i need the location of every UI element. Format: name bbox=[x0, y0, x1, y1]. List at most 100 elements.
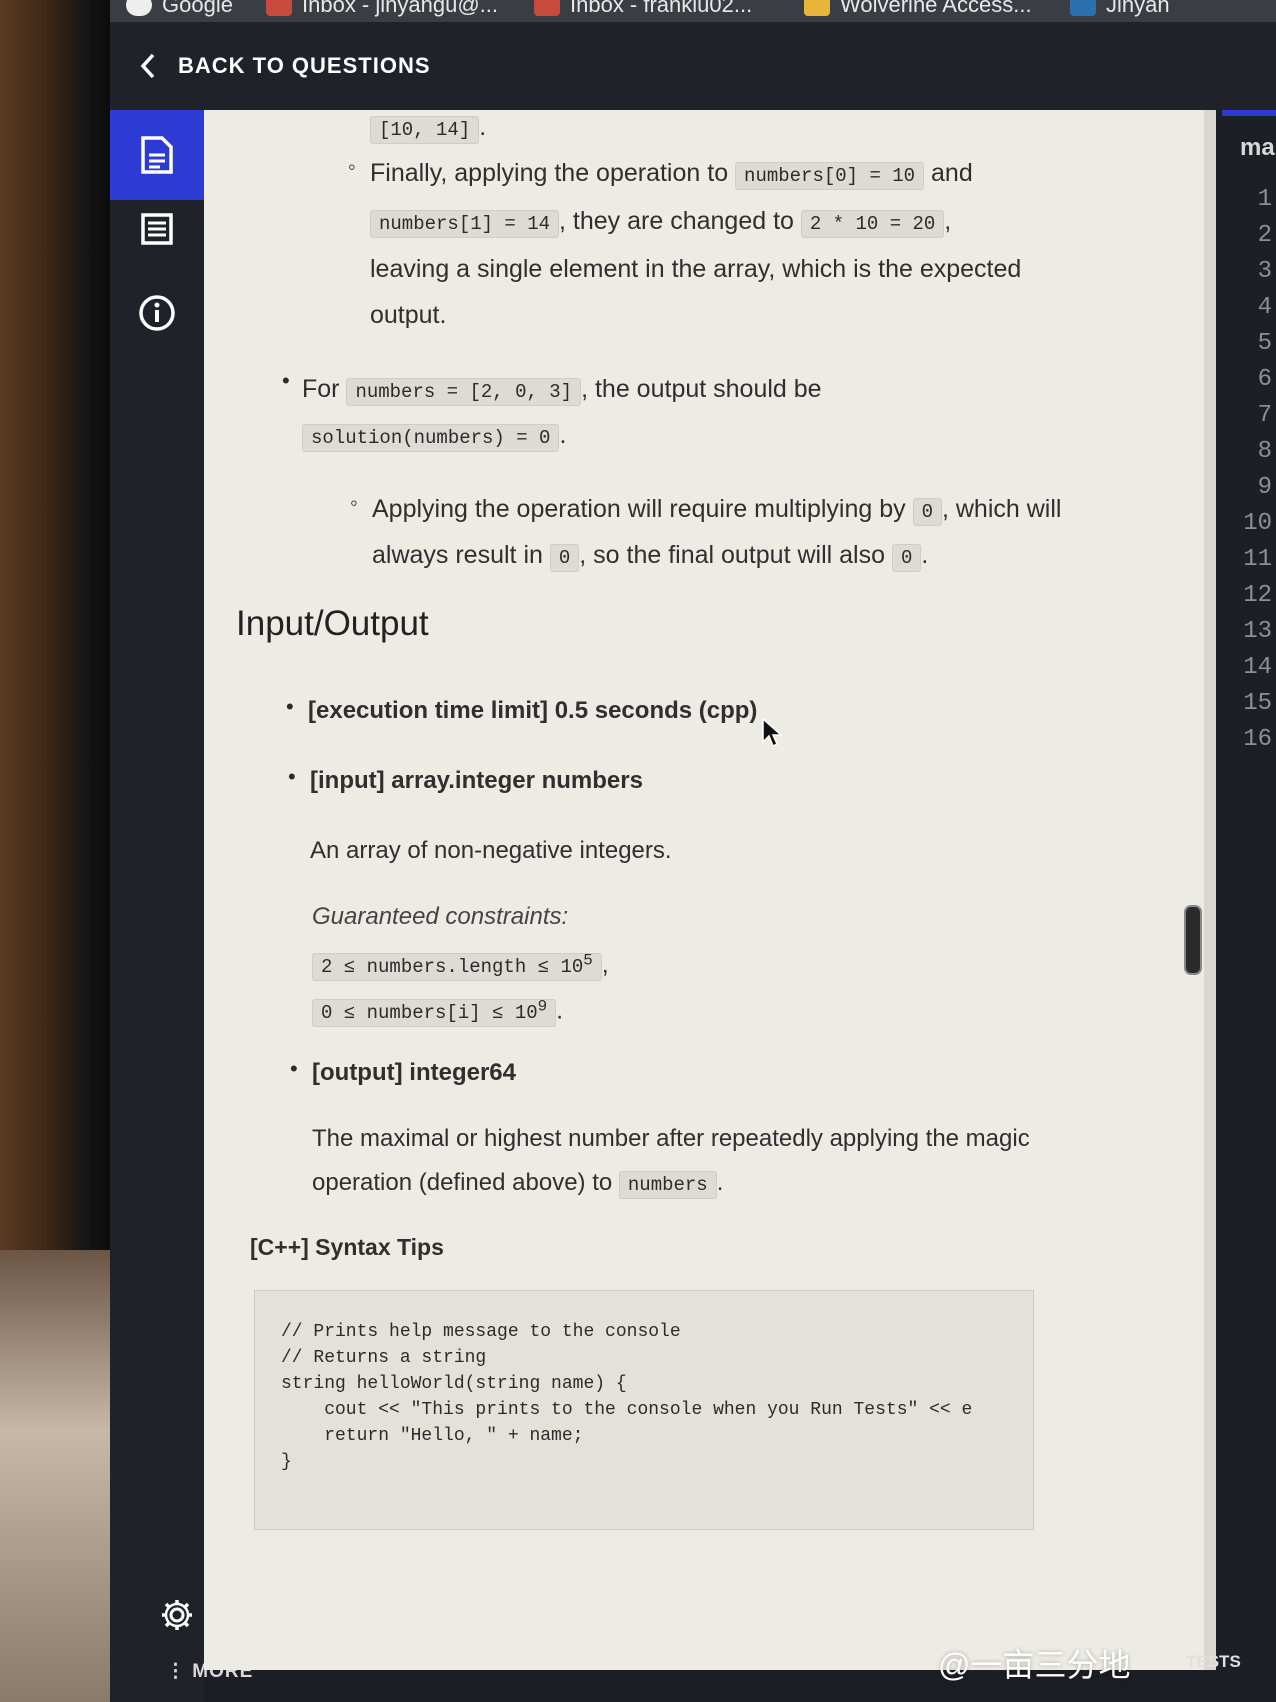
editor-tab-indicator bbox=[1222, 110, 1276, 116]
line-number: 9 bbox=[1257, 474, 1272, 501]
back-to-questions-button[interactable]: BACK TO QUESTIONS bbox=[140, 53, 431, 79]
code-line: // Returns a string bbox=[281, 1348, 487, 1368]
mouse-cursor-icon bbox=[762, 718, 782, 748]
constraints-label: Guaranteed constraints: bbox=[312, 903, 569, 930]
code-line: } bbox=[281, 1452, 292, 1472]
panel-scrollbar-track[interactable] bbox=[1204, 110, 1216, 1670]
finally-line: Finally, applying the operation to numbe… bbox=[370, 148, 973, 201]
rail-info-tab[interactable] bbox=[110, 268, 204, 358]
syntax-tips-heading: [C++] Syntax Tips bbox=[250, 1234, 444, 1260]
solution-line: solution(numbers) = 0. bbox=[302, 410, 566, 463]
line-number: 13 bbox=[1243, 618, 1272, 645]
line-number: 2 bbox=[1257, 222, 1272, 249]
tests-tab[interactable]: TESTS bbox=[1186, 1652, 1241, 1672]
sub-bullet: ◦ bbox=[350, 490, 358, 515]
gmail-icon bbox=[534, 0, 560, 16]
bookmark-inbox-1[interactable]: Inbox - jinyangu@... bbox=[266, 0, 498, 18]
gmail-icon bbox=[266, 0, 292, 16]
input-output-heading: Input/Output bbox=[236, 604, 429, 643]
document-icon bbox=[141, 136, 173, 174]
code-line: return "Hello, " + name; bbox=[281, 1426, 584, 1446]
code-editor[interactable]: ma 1 2 3 4 5 6 7 8 9 10 11 12 13 14 15 1… bbox=[1216, 110, 1276, 1702]
back-label: BACK TO QUESTIONS bbox=[178, 53, 431, 78]
text: always result in bbox=[372, 541, 543, 569]
code-text: 0 ≤ numbers[i] ≤ 10 bbox=[321, 1002, 538, 1025]
always-line: always result in 0, so the final output … bbox=[372, 530, 928, 583]
inline-code: [10, 14] bbox=[370, 116, 480, 144]
chevron-left-icon bbox=[140, 53, 155, 79]
output-description-2: operation (defined above) to numbers. bbox=[312, 1158, 723, 1210]
code-text: 2 ≤ numbers.length ≤ 10 bbox=[321, 956, 584, 979]
linkedin-icon bbox=[1070, 0, 1096, 16]
inline-code: 2 ≤ numbers.length ≤ 105 bbox=[312, 952, 602, 982]
inline-code: numbers bbox=[618, 1171, 717, 1199]
bookmark-label: Wolverine Access... bbox=[840, 0, 1032, 17]
bookmark-label: Inbox - franklu02... bbox=[570, 0, 753, 17]
bullet: • bbox=[286, 694, 294, 719]
input-label: [input] array.integer numbers bbox=[310, 767, 643, 794]
bullet: • bbox=[282, 368, 290, 393]
inline-code: numbers = [2, 0, 3] bbox=[346, 378, 582, 406]
editor-file-title[interactable]: ma bbox=[1240, 134, 1275, 162]
line-number: 7 bbox=[1257, 402, 1272, 429]
line-number: 10 bbox=[1243, 510, 1272, 537]
bookmark-label: Inbox - jinyangu@... bbox=[302, 0, 498, 17]
bookmark-wolverine[interactable]: Wolverine Access... bbox=[804, 0, 1032, 18]
vertical-dots-icon: ⋮ bbox=[166, 1661, 193, 1682]
inline-code: numbers[0] = 10 bbox=[735, 162, 925, 190]
bookmark-google[interactable]: Google bbox=[126, 0, 233, 18]
text: , they are changed to bbox=[559, 207, 794, 235]
line-number: 5 bbox=[1257, 330, 1272, 357]
changed-line: numbers[1] = 14, they are changed to 2 *… bbox=[370, 196, 951, 249]
output-label: [output] integer64 bbox=[312, 1059, 516, 1086]
google-icon bbox=[126, 0, 152, 16]
time-limit-text: [execution time limit] 0.5 seconds (cpp) bbox=[308, 697, 758, 724]
rail-table-tab[interactable] bbox=[110, 184, 204, 274]
line-number: 4 bbox=[1257, 294, 1272, 321]
punctuation: . bbox=[559, 421, 567, 449]
inline-code: 0 bbox=[891, 544, 922, 572]
text: , so the final output will also bbox=[579, 541, 885, 569]
sub-bullet: ◦ bbox=[348, 154, 356, 179]
bookmark-linkedin[interactable]: Jinyan bbox=[1070, 0, 1170, 18]
output-description-1: The maximal or highest number after repe… bbox=[312, 1125, 1030, 1152]
line-number: 8 bbox=[1257, 438, 1272, 465]
text: , which will bbox=[941, 495, 1062, 523]
top-header: BACK TO QUESTIONS bbox=[110, 22, 1276, 110]
bookmark-label: Google bbox=[162, 0, 233, 17]
bookmarks-bar: Google Inbox - jinyangu@... Inbox - fran… bbox=[110, 0, 1276, 22]
bullet: • bbox=[290, 1056, 298, 1081]
bookmark-inbox-2[interactable]: Inbox - franklu02... bbox=[534, 0, 752, 18]
text: and bbox=[931, 159, 973, 187]
line-number: 11 bbox=[1243, 546, 1272, 573]
input-description: An array of non-negative integers. bbox=[310, 837, 672, 864]
code-line: string helloWorld(string name) { bbox=[281, 1374, 627, 1394]
inline-code: 0 ≤ numbers[i] ≤ 109 bbox=[312, 998, 557, 1028]
punctuation: . bbox=[479, 113, 487, 141]
line-number: 12 bbox=[1243, 582, 1272, 609]
inline-code: 2 * 10 = 20 bbox=[800, 210, 945, 238]
line-number: 6 bbox=[1257, 366, 1272, 393]
inline-code: 0 bbox=[549, 544, 580, 572]
line-number: 14 bbox=[1243, 654, 1272, 681]
text: For bbox=[302, 375, 340, 403]
line-number: 16 bbox=[1243, 726, 1272, 753]
output-line: output. bbox=[370, 301, 447, 329]
table-icon bbox=[141, 213, 173, 245]
line-number: 1 bbox=[1257, 186, 1272, 213]
settings-gear-button[interactable] bbox=[160, 1598, 194, 1637]
inline-code: numbers[1] = 14 bbox=[370, 210, 560, 238]
line-number: 3 bbox=[1257, 258, 1272, 285]
constraint-2: 0 ≤ numbers[i] ≤ 109. bbox=[312, 982, 563, 1038]
code-line: // Prints help message to the console bbox=[281, 1322, 681, 1342]
text: , the output should be bbox=[581, 375, 822, 403]
left-icon-rail bbox=[110, 110, 204, 1702]
text: Finally, applying the operation to bbox=[370, 159, 729, 187]
bullet: • bbox=[288, 764, 296, 789]
punctuation: , bbox=[944, 207, 952, 235]
panel-scrollbar-thumb[interactable] bbox=[1184, 905, 1202, 975]
punctuation: . bbox=[921, 541, 929, 569]
bookmark-label: Jinyan bbox=[1106, 0, 1170, 17]
inline-code: solution(numbers) = 0 bbox=[302, 424, 560, 452]
line-number: 15 bbox=[1243, 690, 1272, 717]
